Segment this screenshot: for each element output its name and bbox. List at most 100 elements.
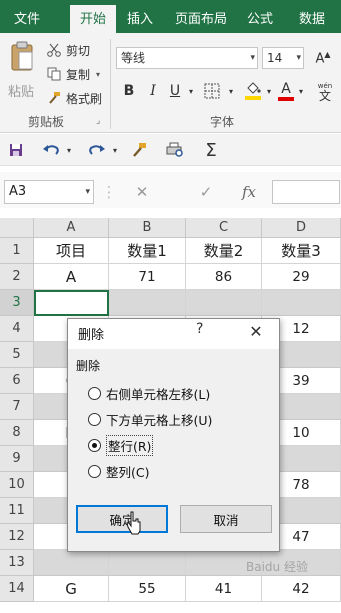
row-header-11[interactable]: 11 <box>0 498 34 524</box>
format-painter-qat-button[interactable] <box>128 138 150 162</box>
increase-font-button[interactable]: A▲ <box>306 47 340 69</box>
row-header-14[interactable]: 14 <box>0 576 34 602</box>
name-box-value: A3 <box>9 184 27 199</box>
help-button[interactable]: ? <box>196 321 203 337</box>
format-painter-button[interactable]: 格式刷 <box>46 88 102 108</box>
cell-a3[interactable] <box>34 290 109 316</box>
font-name-box[interactable]: 等线 ▾ <box>116 47 258 69</box>
tab-home[interactable]: 开始 <box>70 5 116 33</box>
redo-dropdown-icon[interactable]: ▾ <box>110 138 120 162</box>
tab-formulas[interactable]: 公式 <box>240 0 280 33</box>
tab-insert[interactable]: 插入 <box>120 0 160 33</box>
ok-button[interactable]: 确定 <box>76 505 168 533</box>
cell-d2[interactable]: 29 <box>262 264 341 290</box>
option-shift-up[interactable]: 下方单元格上移(U) <box>88 409 212 429</box>
copy-dropdown-icon[interactable]: ▾ <box>96 70 100 79</box>
cell-a13[interactable] <box>34 550 109 576</box>
scissors-icon <box>46 42 62 58</box>
bold-button[interactable]: B <box>120 79 138 103</box>
cell-b3[interactable] <box>109 290 186 316</box>
row-header-8[interactable]: 8 <box>0 420 34 446</box>
phonetic-button[interactable]: wén 文 <box>312 79 338 103</box>
undo-dropdown-icon[interactable]: ▾ <box>64 138 74 162</box>
column-header-c[interactable]: C <box>186 218 262 238</box>
tab-page-layout[interactable]: 页面布局 <box>168 0 234 33</box>
name-box[interactable]: A3 ▾ <box>4 180 94 204</box>
cell-b1[interactable]: 数量1 <box>109 238 186 264</box>
cell-a2[interactable]: A <box>34 264 109 290</box>
copy-icon <box>46 66 62 82</box>
row-header-2[interactable]: 2 <box>0 264 34 290</box>
option-entire-column[interactable]: 整列(C) <box>88 461 149 481</box>
cut-button[interactable]: 剪切 <box>46 40 90 60</box>
undo-icon <box>43 145 59 155</box>
row-header-5[interactable]: 5 <box>0 342 34 368</box>
row-header-4[interactable]: 4 <box>0 316 34 342</box>
underline-button[interactable]: U <box>166 79 184 103</box>
option-entire-column-label: 整列(C) <box>106 464 150 480</box>
cell-b2[interactable]: 71 <box>109 264 186 290</box>
radio-shift-left[interactable] <box>88 386 101 400</box>
enter-formula-button[interactable]: ✓ <box>196 180 216 204</box>
cell-c3[interactable] <box>186 290 262 316</box>
cell-c2[interactable]: 86 <box>186 264 262 290</box>
radio-shift-up[interactable] <box>88 412 101 426</box>
cancel-button[interactable]: 取消 <box>180 505 272 533</box>
border-button[interactable] <box>200 79 224 103</box>
autosum-button[interactable]: Σ <box>200 138 222 162</box>
italic-button[interactable]: I <box>144 79 162 103</box>
row-header-6[interactable]: 6 <box>0 368 34 394</box>
fill-color-button[interactable] <box>242 79 264 103</box>
save-button[interactable] <box>6 138 26 162</box>
cancel-formula-button[interactable]: ✕ <box>132 180 152 204</box>
row-header-3[interactable]: 3 <box>0 290 34 316</box>
cell-c14[interactable]: 41 <box>186 576 262 602</box>
paste-button[interactable]: 粘贴 <box>4 37 38 113</box>
radio-entire-column[interactable] <box>88 464 101 478</box>
column-header-a[interactable]: A <box>34 218 109 238</box>
undo-button[interactable] <box>40 138 62 162</box>
font-size-value: 14 <box>267 51 283 65</box>
option-entire-row[interactable]: 整行(R) <box>88 434 154 456</box>
copy-button[interactable]: 复制 ▾ <box>46 64 100 84</box>
font-size-box[interactable]: 14 ▾ <box>262 47 304 69</box>
font-color-letter: A <box>281 81 291 97</box>
insert-function-button[interactable]: fx <box>236 180 262 204</box>
cell-b13[interactable] <box>109 550 186 576</box>
option-shift-left[interactable]: 右侧单元格左移(L) <box>88 383 210 403</box>
close-button[interactable]: ✕ <box>244 321 268 341</box>
cell-c1[interactable]: 数量2 <box>186 238 262 264</box>
font-size-dropdown-icon[interactable]: ▾ <box>296 48 301 68</box>
font-color-dropdown-icon[interactable]: ▾ <box>296 79 306 103</box>
print-preview-button[interactable] <box>164 138 186 162</box>
row-header-1[interactable]: 1 <box>0 238 34 264</box>
cell-d1[interactable]: 数量3 <box>262 238 341 264</box>
delete-dialog: 删除 ? ✕ 删除 右侧单元格左移(L) 下方单元格上移(U) 整行(R) 整列… <box>67 318 280 552</box>
tab-file[interactable]: 文件 <box>6 0 48 33</box>
row-header-10[interactable]: 10 <box>0 472 34 498</box>
row-header-7[interactable]: 7 <box>0 394 34 420</box>
fill-color-dropdown-icon[interactable]: ▾ <box>264 79 274 103</box>
clipboard-launcher-icon[interactable]: ⌟ <box>96 116 100 126</box>
row-header-9[interactable]: 9 <box>0 446 34 472</box>
select-all-corner[interactable] <box>0 218 34 238</box>
row-header-12[interactable]: 12 <box>0 524 34 550</box>
cell-a1[interactable]: 项目 <box>34 238 109 264</box>
column-header-d[interactable]: D <box>262 218 341 238</box>
formula-input[interactable] <box>272 180 340 204</box>
cell-a14[interactable]: G <box>34 576 109 602</box>
column-header-b[interactable]: B <box>109 218 186 238</box>
border-dropdown-icon[interactable]: ▾ <box>226 79 236 103</box>
cell-d14[interactable]: 42 <box>262 576 341 602</box>
name-box-dropdown-icon[interactable]: ▾ <box>85 181 90 203</box>
row-header-13[interactable]: 13 <box>0 550 34 576</box>
radio-entire-row[interactable] <box>88 438 101 452</box>
tab-data[interactable]: 数据 <box>290 0 334 33</box>
cell-d3[interactable] <box>262 290 341 316</box>
redo-button[interactable] <box>86 138 108 162</box>
font-color-button[interactable]: A <box>276 79 296 103</box>
underline-dropdown-icon[interactable]: ▾ <box>186 79 196 103</box>
font-name-dropdown-icon[interactable]: ▾ <box>250 48 255 68</box>
cell-b14[interactable]: 55 <box>109 576 186 602</box>
font-color-swatch <box>278 97 294 101</box>
